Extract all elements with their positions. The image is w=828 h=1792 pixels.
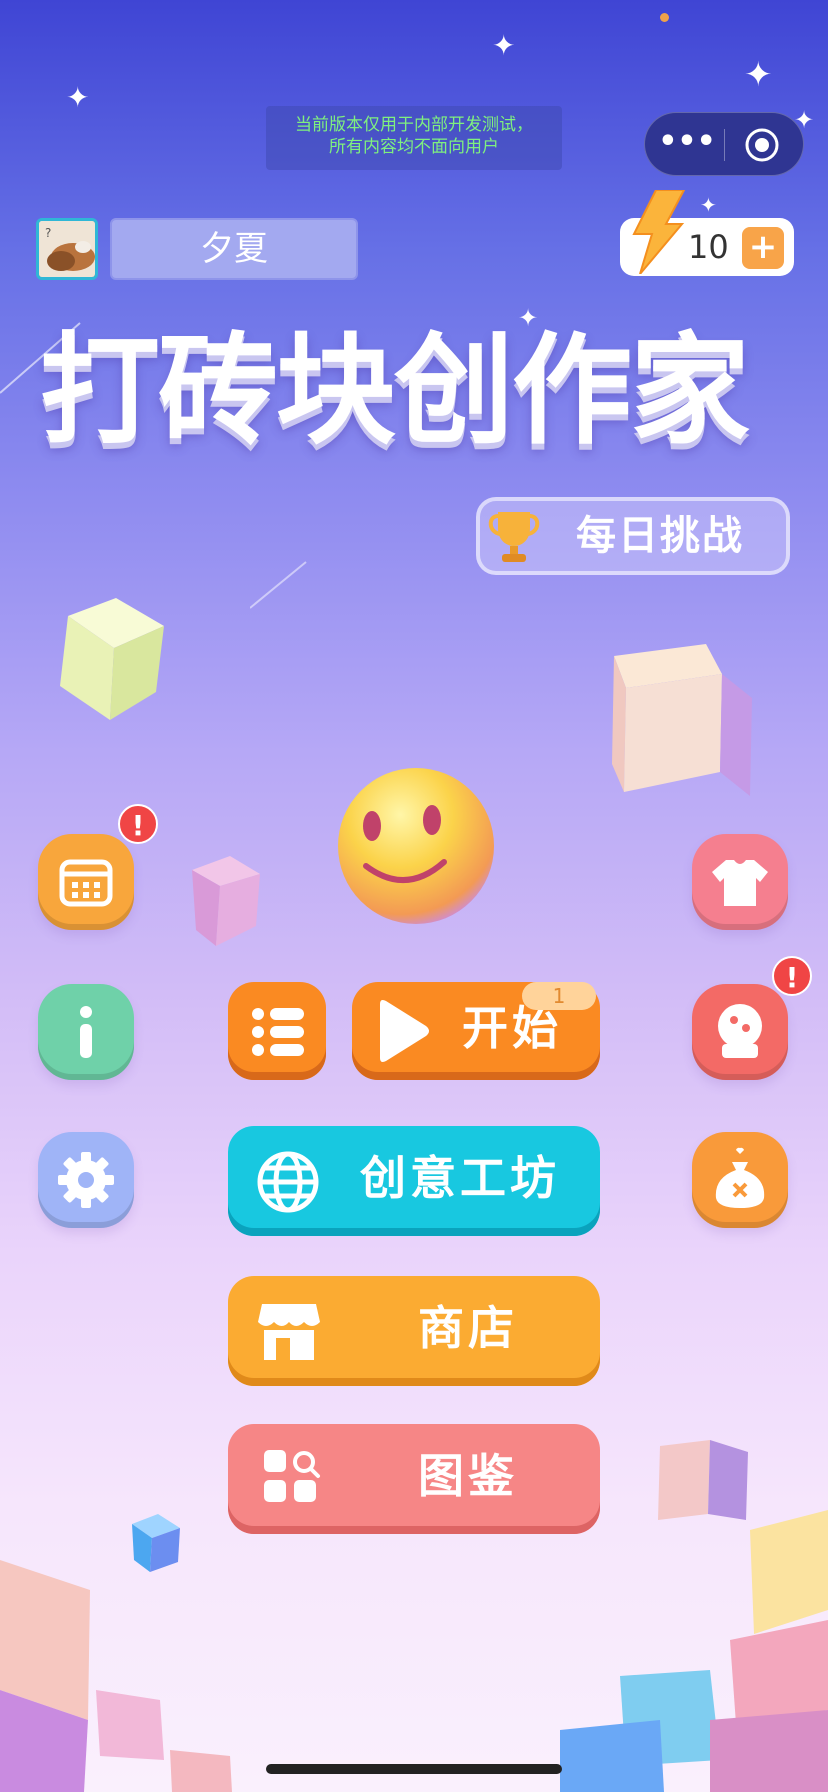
light-streak xyxy=(250,561,307,609)
cat-photo-icon: ? xyxy=(39,221,95,277)
gallery-label: 图鉴 xyxy=(418,1449,518,1503)
gallery-button[interactable]: 图鉴 xyxy=(228,1424,600,1534)
gear-icon xyxy=(58,1152,114,1208)
info-button[interactable] xyxy=(38,984,134,1080)
dev-notice-line1: 当前版本仅用于内部开发测试， xyxy=(295,115,533,135)
orange-dot xyxy=(660,13,669,22)
home-indicator xyxy=(266,1764,562,1774)
creative-workshop-button[interactable]: 创意工坊 xyxy=(228,1126,600,1236)
store-icon xyxy=(258,1304,320,1360)
calendar-button[interactable] xyxy=(38,834,134,930)
list-icon xyxy=(252,1008,304,1056)
workshop-label: 创意工坊 xyxy=(360,1151,560,1205)
dev-notice-line2: 所有内容均不面向用户 xyxy=(329,137,499,157)
sparkle-icon: ✦ xyxy=(66,81,90,114)
more-dots-icon[interactable]: ••• xyxy=(657,127,717,163)
user-avatar[interactable]: ? xyxy=(36,218,98,280)
add-energy-button[interactable]: + xyxy=(742,227,784,269)
skin-button[interactable] xyxy=(692,834,788,930)
gacha-alert-badge: ! xyxy=(772,956,812,996)
gacha-button[interactable] xyxy=(692,984,788,1080)
play-icon xyxy=(380,1000,429,1062)
cube-pile-left xyxy=(0,1560,232,1792)
shop-label: 商店 xyxy=(418,1301,518,1355)
sparkle-icon: ✦ xyxy=(744,55,773,95)
lucky-bag-button[interactable] xyxy=(692,1132,788,1228)
calendar-icon xyxy=(59,859,113,907)
gallery-search-icon xyxy=(264,1450,320,1502)
shop-button[interactable]: 商店 xyxy=(228,1276,600,1386)
lucky-bag-icon xyxy=(715,1147,765,1208)
target-circle-icon[interactable] xyxy=(743,126,781,164)
svg-text:?: ? xyxy=(45,226,51,240)
user-name[interactable]: 夕夏 xyxy=(110,218,358,280)
pink-cube xyxy=(192,856,260,946)
mini-program-capsule: ••• xyxy=(644,112,804,176)
calendar-alert-badge: ! xyxy=(118,804,158,844)
trophy-icon xyxy=(488,512,540,562)
capsule-machine-icon xyxy=(718,1004,762,1058)
energy-value: 10 xyxy=(688,228,729,266)
sparkle-icon: ✦ xyxy=(700,193,717,217)
game-title: 打砖块创作家 xyxy=(40,322,750,461)
start-count-badge: 1 xyxy=(522,982,596,1010)
level-list-button[interactable] xyxy=(228,982,326,1080)
info-icon xyxy=(80,1006,92,1058)
settings-button[interactable] xyxy=(38,1132,134,1228)
lightning-bolt-icon xyxy=(632,190,686,274)
smiley-ball xyxy=(338,768,494,924)
cube-pile-right xyxy=(560,1510,828,1792)
sparkle-icon: ✦ xyxy=(492,29,516,62)
dev-notice: 当前版本仅用于内部开发测试， 所有内容均不面向用户 xyxy=(266,106,562,170)
peach-cube xyxy=(612,644,752,796)
daily-challenge-label: 每日挑战 xyxy=(576,513,744,559)
tshirt-icon xyxy=(712,860,768,906)
globe-icon xyxy=(257,1151,319,1213)
yellow-cube xyxy=(60,598,164,720)
capsule-divider xyxy=(724,129,725,161)
